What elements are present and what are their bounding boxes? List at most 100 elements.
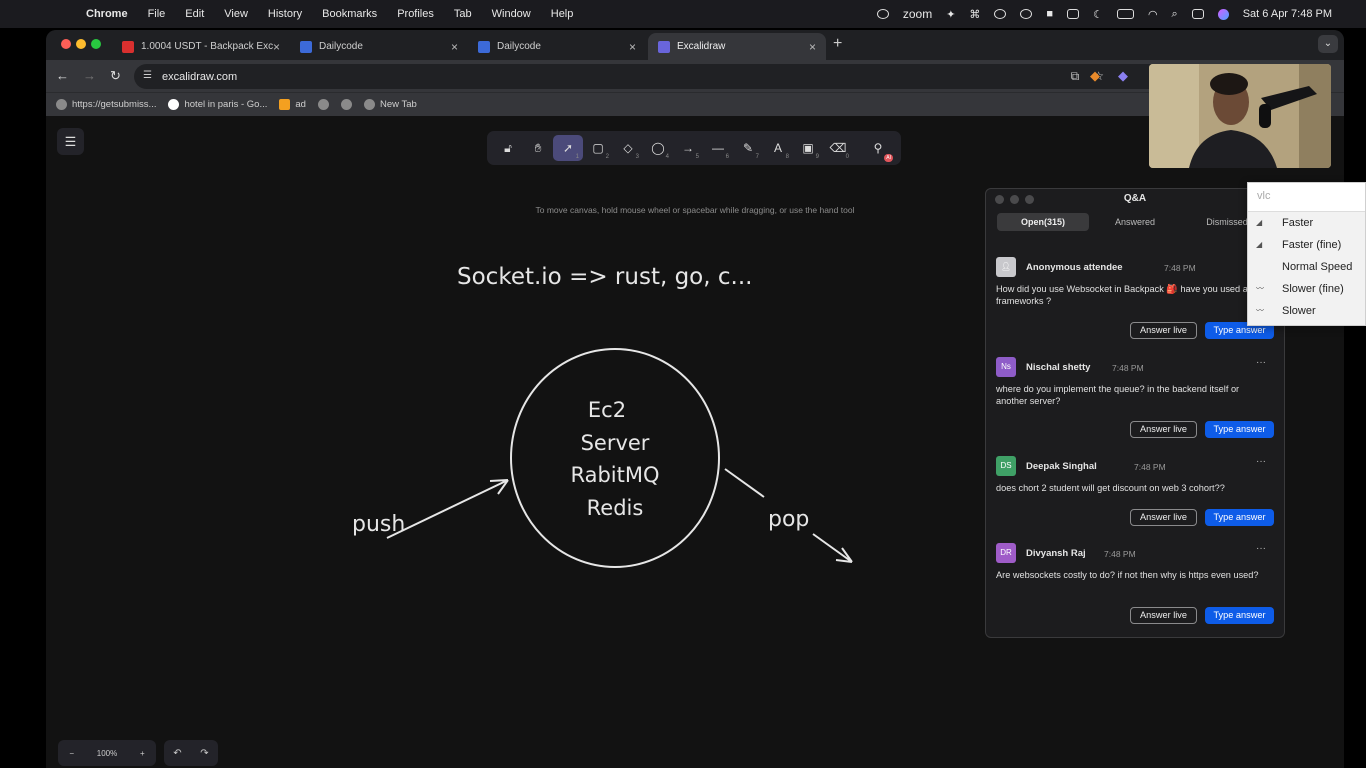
siri-icon[interactable]	[1217, 8, 1229, 20]
close-window-button[interactable]	[61, 39, 71, 49]
shortcut-key: 3	[635, 154, 639, 160]
lock-tool-icon[interactable]: 🔓︎	[493, 135, 523, 161]
more-options-icon[interactable]: ···	[1256, 456, 1266, 467]
more-options-icon[interactable]: ···	[1256, 543, 1266, 554]
answer-live-button[interactable]: Answer live	[1130, 421, 1197, 438]
menu-bookmarks[interactable]: Bookmarks	[322, 8, 377, 20]
draw-tool-icon[interactable]: ✎ 7	[733, 135, 763, 161]
reload-icon[interactable]: ↻	[110, 68, 121, 84]
site-info-icon[interactable]: ☰	[143, 70, 156, 83]
zoom-level[interactable]: 100%	[97, 749, 117, 758]
minimize-window-button[interactable]	[76, 39, 86, 49]
pop-label: pop	[768, 507, 809, 532]
close-tab-icon[interactable]: ×	[273, 40, 280, 54]
shortcut-key: 8	[785, 154, 789, 160]
status-icon-4[interactable]	[994, 9, 1007, 19]
bookmark-globe-2[interactable]	[340, 99, 352, 110]
menu-view[interactable]: View	[224, 8, 248, 20]
arrow-tool-icon[interactable]: → 5	[673, 135, 703, 161]
bookmark-ad[interactable]: ad	[279, 99, 306, 110]
status-icon-6[interactable]: ■	[1046, 8, 1053, 20]
undo-redo-controls: ↶ ↷	[164, 740, 218, 766]
menu-edit[interactable]: Edit	[185, 8, 204, 20]
globe-icon	[363, 99, 375, 110]
text-tool-icon[interactable]: A8	[763, 135, 793, 161]
tab-answered[interactable]: Answered	[1089, 213, 1181, 231]
tab-title: Excalidraw	[677, 41, 726, 52]
menu-label: Faster	[1282, 217, 1314, 229]
menu-tab[interactable]: Tab	[454, 8, 472, 20]
menu-help[interactable]: Help	[551, 8, 574, 20]
selection-tool-icon[interactable]: ➚ 1	[553, 135, 583, 161]
zoom-in-button[interactable]: +	[140, 749, 145, 758]
tab-search-button[interactable]: ⌄	[1318, 35, 1338, 53]
more-options-icon[interactable]: ···	[1256, 357, 1266, 368]
type-answer-button[interactable]: Type answer	[1205, 509, 1274, 526]
control-center-icon[interactable]	[1191, 9, 1204, 19]
bookmark-new-tab[interactable]: New Tab	[363, 99, 417, 110]
extension-icon[interactable]: ◆	[1118, 68, 1128, 84]
question-time: 7:48 PM	[1112, 363, 1144, 373]
undo-icon[interactable]: ↶	[173, 748, 181, 759]
status-icon-1[interactable]	[876, 9, 889, 19]
install-app-icon[interactable]: ⧉	[1071, 69, 1080, 84]
diamond-tool-icon[interactable]: ◇ 3	[613, 135, 643, 161]
answer-live-button[interactable]: Answer live	[1130, 607, 1197, 624]
tab-dailycode-1[interactable]: Dailycode ×	[290, 33, 468, 60]
speed-slower-fine[interactable]: 〰 Slower (fine)	[1248, 278, 1365, 300]
main-menu-button[interactable]: ☰	[57, 128, 84, 155]
tab-open[interactable]: Open(315)	[997, 213, 1089, 231]
ellipse-tool-icon[interactable]: ◯ 4	[643, 135, 673, 161]
new-tab-button[interactable]: +	[833, 35, 842, 53]
hand-tool-icon[interactable]: ✋︎	[523, 135, 553, 161]
status-icon-7[interactable]	[1067, 9, 1080, 19]
answer-live-button[interactable]: Answer live	[1130, 322, 1197, 339]
faster-fine-icon: ◢	[1256, 240, 1263, 249]
speed-faster[interactable]: ◢ Faster	[1248, 212, 1365, 234]
type-answer-button[interactable]: Type answer	[1205, 607, 1274, 624]
close-tab-icon[interactable]: ×	[629, 40, 636, 54]
menu-profiles[interactable]: Profiles	[397, 8, 434, 20]
menu-history[interactable]: History	[268, 8, 302, 20]
close-tab-icon[interactable]: ×	[809, 40, 816, 54]
vlc-search-input[interactable]: vlc	[1248, 183, 1365, 212]
eraser-tool-icon[interactable]: ⌫ 0	[823, 135, 853, 161]
bookmark-hotel-paris[interactable]: hotel in paris - Go...	[168, 99, 267, 110]
tab-excalidraw[interactable]: Excalidraw ×	[648, 33, 826, 60]
redo-icon[interactable]: ↷	[200, 748, 208, 759]
maximize-window-button[interactable]	[91, 39, 101, 49]
zoom-out-button[interactable]: −	[69, 749, 74, 758]
type-answer-button[interactable]: Type answer	[1205, 421, 1274, 438]
bookmark-getsubmiss[interactable]: https://getsubmiss...	[56, 99, 156, 110]
menu-window[interactable]: Window	[492, 8, 531, 20]
line-tool-icon[interactable]: —6	[703, 135, 733, 161]
menu-app-name[interactable]: Chrome	[86, 8, 128, 20]
wifi-icon[interactable]: ◠	[1148, 8, 1158, 21]
tab-dailycode-2[interactable]: Dailycode ×	[468, 33, 646, 60]
image-tool-icon[interactable]: ▣ 9	[793, 135, 823, 161]
zoom-status[interactable]: zoom	[903, 7, 932, 21]
do-not-disturb-icon[interactable]: ☾	[1093, 8, 1103, 21]
shortcut-key: 2	[605, 154, 609, 160]
extension-metamask-icon[interactable]: ◆	[1090, 68, 1100, 84]
rectangle-tool-icon[interactable]: ▢ 2	[583, 135, 613, 161]
close-tab-icon[interactable]: ×	[451, 40, 458, 54]
circle-line-1: Ec2	[588, 398, 626, 422]
speed-faster-fine[interactable]: ◢ Faster (fine)	[1248, 234, 1365, 256]
spotlight-icon[interactable]: ⌕	[1172, 8, 1178, 21]
back-icon[interactable]: ←	[56, 68, 69, 83]
more-tools-icon[interactable]: ⚲ AI	[863, 135, 893, 162]
bookmark-globe-1[interactable]	[317, 99, 329, 110]
menu-file[interactable]: File	[148, 8, 166, 20]
status-icon-2[interactable]: ✦	[946, 8, 955, 21]
speed-slower[interactable]: 〰 Slower	[1248, 300, 1365, 322]
answer-live-button[interactable]: Answer live	[1130, 509, 1197, 526]
forward-icon[interactable]: →	[83, 68, 96, 83]
battery-icon[interactable]	[1116, 9, 1134, 19]
address-bar[interactable]: ☰ excalidraw.com ⧉ ☆	[134, 64, 1224, 89]
tab-backpack[interactable]: 1.0004 USDT - Backpack Exc ×	[112, 33, 290, 60]
speed-normal[interactable]: Normal Speed	[1248, 256, 1365, 278]
status-icon-5[interactable]	[1020, 9, 1033, 19]
clock[interactable]: Sat 6 Apr 7:48 PM	[1243, 8, 1332, 20]
status-icon-3[interactable]: ⌘	[969, 8, 980, 21]
